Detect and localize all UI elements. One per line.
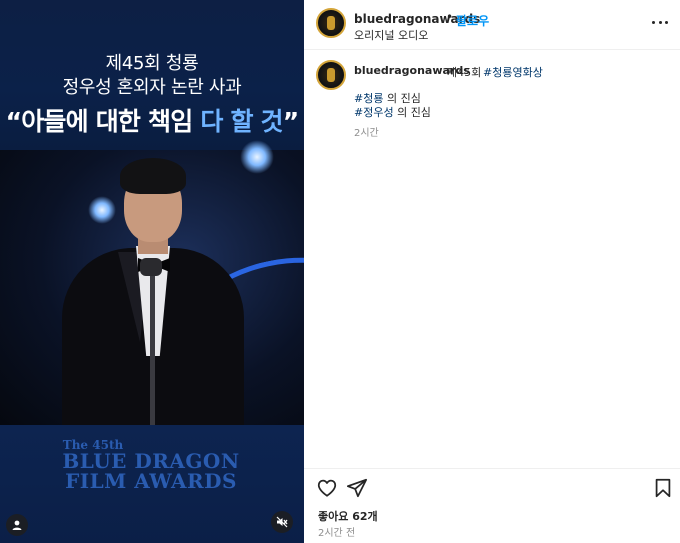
hashtag-link[interactable]: #정우성 xyxy=(354,106,394,119)
trophy-icon xyxy=(327,68,335,82)
quote-end: ” xyxy=(282,107,299,136)
stage-light xyxy=(88,196,116,224)
user-tag-icon[interactable] xyxy=(6,514,28,536)
post-details-panel: bluedragonawards • 팔로우 오리지널 오디오 bluedrag… xyxy=(304,0,680,543)
heart-icon[interactable] xyxy=(316,477,338,499)
post-actions: 좋아요 62개 2시간 전 xyxy=(304,468,680,543)
post-timestamp: 2시간 전 xyxy=(318,528,356,539)
bookmark-icon[interactable] xyxy=(652,477,674,499)
caption-line-3-text: 의 진심 xyxy=(393,106,431,119)
caption-hashtag[interactable]: #청룡영화상 xyxy=(483,64,543,80)
headline-line-2: 정우성 혼외자 논란 사과 xyxy=(62,77,242,98)
quote-highlight: 다 할 것 xyxy=(200,107,283,136)
speaker-muted-icon[interactable] xyxy=(271,511,293,533)
headline-line-1: 제45회 청룡 xyxy=(105,53,199,74)
likes-count[interactable]: 좋아요 62개 xyxy=(318,508,378,524)
send-icon[interactable] xyxy=(346,477,368,499)
separator-dot: • xyxy=(446,10,454,24)
quote-main: “아들에 대한 책임 xyxy=(5,107,201,136)
audio-label[interactable]: 오리지널 오디오 xyxy=(354,27,428,43)
logo-line-3: FILM AWARDS xyxy=(65,469,237,493)
microphone xyxy=(140,258,162,276)
caption-line-3: #정우성 의 진심 xyxy=(354,104,431,120)
caption-text: 제45회 xyxy=(447,66,482,79)
avatar[interactable] xyxy=(316,8,346,38)
caption-timestamp: 2시간 xyxy=(354,128,379,139)
trophy-icon xyxy=(327,16,335,30)
post-header: bluedragonawards • 팔로우 오리지널 오디오 xyxy=(304,0,680,50)
caption-avatar[interactable] xyxy=(316,60,346,90)
post-media[interactable]: 제45회 청룡 정우성 혼외자 논란 사과 “아들에 대한 책임 다 할 것” … xyxy=(0,0,304,543)
follow-button[interactable]: 팔로우 xyxy=(456,12,489,29)
more-options-icon[interactable] xyxy=(652,14,668,30)
mic-stand xyxy=(150,268,155,425)
headline-quote: “아들에 대한 책임 다 할 것” xyxy=(0,102,304,138)
stage-light xyxy=(240,140,274,174)
speaker-hair xyxy=(120,158,186,194)
